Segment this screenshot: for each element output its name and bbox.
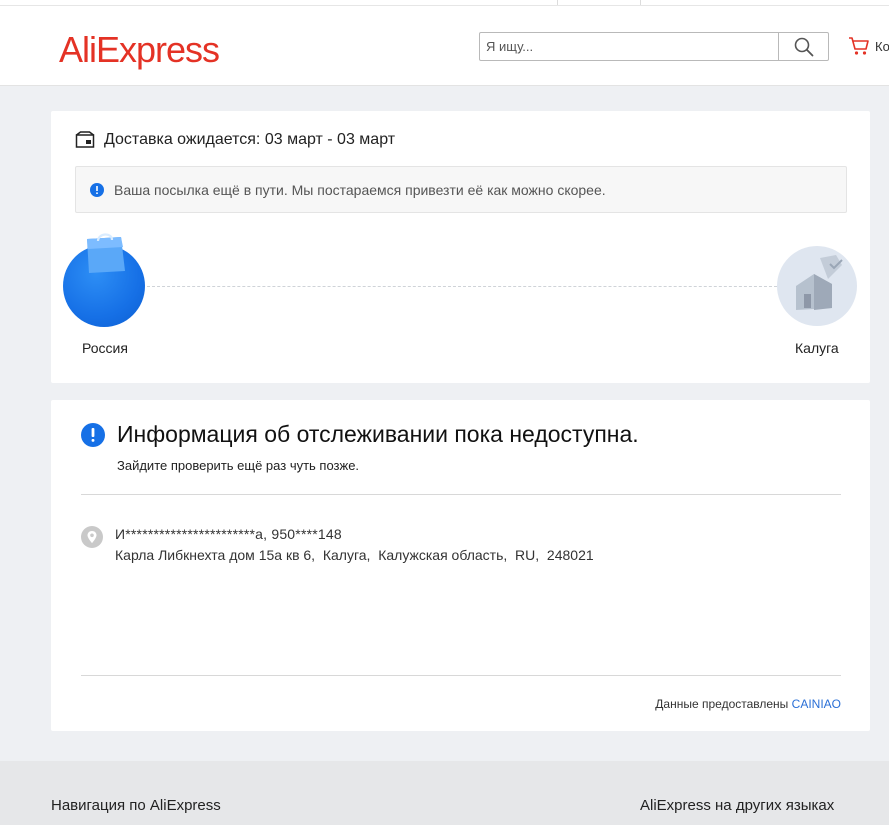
divider bbox=[81, 494, 841, 495]
top-strip-separator bbox=[557, 0, 558, 5]
search-input[interactable] bbox=[480, 33, 778, 60]
cart-icon bbox=[849, 37, 869, 55]
aliexpress-logo[interactable]: AliExpress bbox=[59, 30, 220, 70]
search-box bbox=[479, 32, 829, 61]
data-provider: Данные предоставлены CAINIAO bbox=[655, 697, 841, 711]
search-icon bbox=[794, 37, 813, 56]
divider bbox=[81, 675, 841, 676]
route-destination-node bbox=[777, 246, 857, 326]
recipient-address: Карла Либкнехта дом 15а кв 6, Калуга, Ка… bbox=[115, 547, 594, 563]
top-strip-separator bbox=[640, 0, 641, 5]
shopping-bag-icon bbox=[87, 233, 125, 273]
footer-navigation-heading: Навигация по AliExpress bbox=[51, 797, 221, 814]
footer-languages-heading: AliExpress на других языках bbox=[640, 797, 835, 814]
site-footer: Навигация по AliExpress AliExpress на др… bbox=[0, 761, 889, 825]
cart-label: Ко bbox=[875, 38, 889, 54]
tracking-title-text: Информация об отслеживании пока недоступ… bbox=[117, 421, 639, 447]
recipient-name: И***********************а, 950****148 bbox=[115, 526, 342, 542]
location-pin-icon bbox=[81, 526, 103, 548]
tracking-subtitle: Зайдите проверить ещё раз чуть позже. bbox=[117, 458, 360, 473]
provider-link[interactable]: CAINIAO bbox=[792, 697, 841, 711]
delivery-expected: Доставка ожидается: 03 март - 03 март bbox=[75, 131, 395, 149]
delivery-card: Доставка ожидается: 03 март - 03 март Ва… bbox=[51, 111, 870, 383]
route-origin-label: Россия bbox=[82, 340, 128, 356]
route-destination-label: Калуга bbox=[795, 340, 839, 356]
transit-notice: Ваша посылка ещё в пути. Мы постараемся … bbox=[75, 166, 847, 213]
cart-link[interactable]: Ко bbox=[848, 36, 889, 56]
info-icon bbox=[90, 182, 104, 197]
data-provider-label: Данные предоставлены bbox=[655, 697, 789, 711]
delivery-box-icon bbox=[75, 131, 95, 148]
tracking-card: Информация об отслеживании пока недоступ… bbox=[51, 400, 870, 731]
delivery-expected-text: Доставка ожидается: 03 март - 03 март bbox=[104, 131, 396, 148]
transit-notice-text: Ваша посылка ещё в пути. Мы постараемся … bbox=[114, 181, 606, 198]
house-icon bbox=[796, 255, 843, 310]
alert-icon bbox=[81, 422, 105, 447]
site-header: AliExpress Ко bbox=[0, 6, 889, 86]
route-line bbox=[147, 286, 777, 287]
search-button[interactable] bbox=[778, 33, 828, 60]
tracking-title: Информация об отслеживании пока недоступ… bbox=[81, 421, 639, 448]
